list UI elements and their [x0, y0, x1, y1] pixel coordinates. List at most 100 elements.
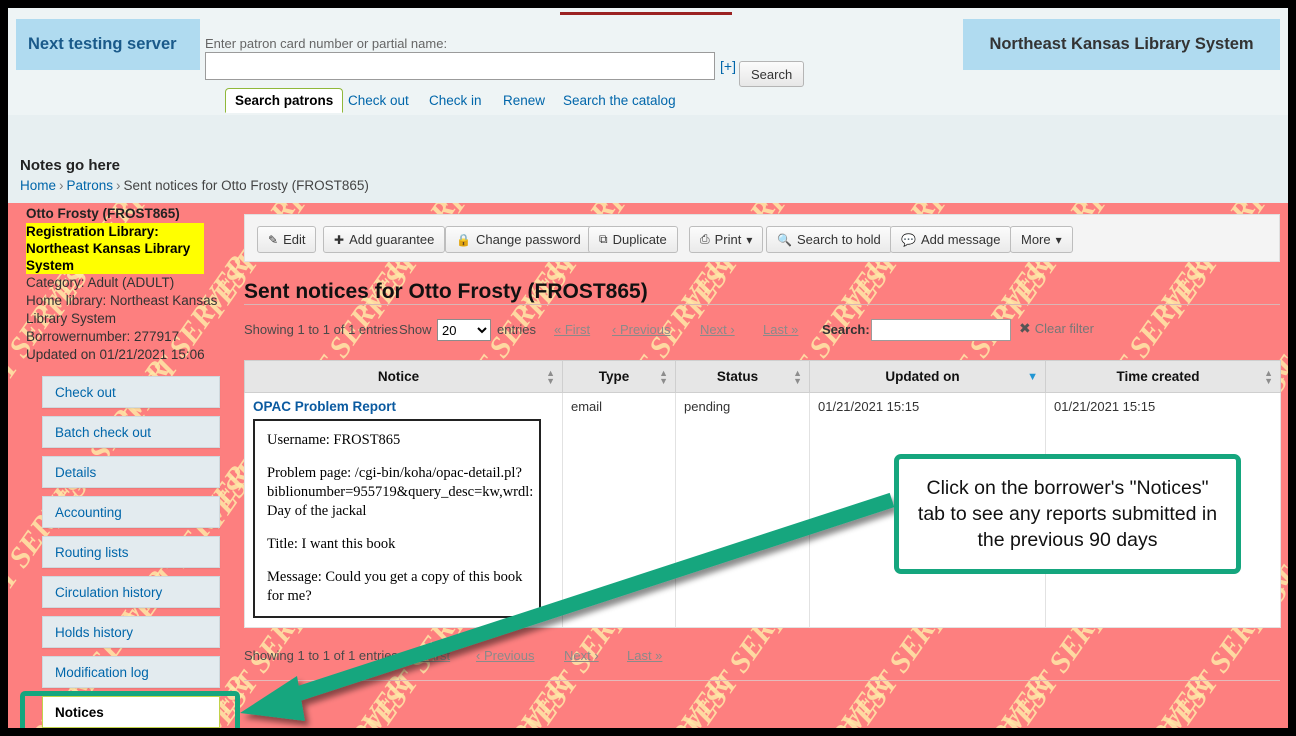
clear-filter-button[interactable]: ✖ Clear filter [1019, 320, 1094, 337]
breadcrumb-home[interactable]: Home [20, 178, 56, 193]
footer-showing-entries-text: Showing 1 to 1 of 1 entries [244, 648, 398, 663]
expand-search-link[interactable]: [+] [720, 58, 736, 74]
footer-pagination-next[interactable]: Next › [564, 648, 599, 663]
notes-banner: Notes go here [20, 157, 121, 174]
table-row: OPAC Problem Report Username: FROST865 P… [244, 392, 1281, 628]
watermark-text: TEST SERVER [1236, 670, 1288, 728]
filter-search-input[interactable] [871, 319, 1011, 341]
site-header: Next testing server Northeast Kansas Lib… [8, 8, 1288, 116]
add-message-button[interactable]: 💬 Add message [890, 226, 1012, 253]
patron-category: Category: Adult (ADULT) [26, 275, 175, 290]
cell-updated-on: 01/21/2021 15:15 [809, 392, 1046, 628]
column-header-time-created[interactable]: Time created ▲ ▼ [1045, 360, 1281, 393]
watermark-text: TEST SERVER [436, 670, 577, 728]
duplicate-button[interactable]: ⧉ Duplicate [588, 226, 678, 253]
more-button[interactable]: More ▾ [1010, 226, 1073, 253]
sidebar-item-holds-history[interactable]: Holds history [42, 616, 220, 648]
divider [244, 680, 1280, 681]
column-header-updated-on[interactable]: Updated on ▼ [809, 360, 1046, 393]
pagination-previous[interactable]: ‹ Previous [612, 322, 671, 337]
caret-down-icon: ▾ [1055, 232, 1062, 247]
duplicate-button-label: Duplicate [612, 232, 667, 247]
change-password-button[interactable]: 🔒 Change password [445, 226, 592, 253]
tab-check-in[interactable]: Check in [421, 90, 490, 111]
sent-notices-table: Notice ▲ ▼ Type ▲ ▼ Status ▲ ▼ Updated on ▼… [244, 360, 1281, 628]
search-to-hold-button[interactable]: 🔍 Search to hold [766, 226, 892, 253]
tab-renew[interactable]: Renew [495, 90, 553, 111]
sidebar-item-modification-log[interactable]: Modification log [42, 656, 220, 688]
sort-icon: ▲ ▼ [793, 367, 802, 386]
comment-icon: 💬 [901, 232, 916, 247]
patron-borrowernumber: Borrowernumber: 277917 [26, 329, 180, 344]
datatable-controls: Showing 1 to 1 of 1 entries Show 20 entr… [244, 314, 1280, 348]
pagination-first[interactable]: « First [554, 322, 590, 337]
printer-icon: ⎙ [700, 232, 710, 246]
breadcrumb-band: Notes go here Home › Patrons › Sent notices … [8, 115, 1288, 203]
print-button-label: Print [714, 232, 742, 247]
column-header-type[interactable]: Type ▲ ▼ [562, 360, 676, 393]
cell-time-created: 01/21/2021 15:15 [1045, 392, 1281, 628]
watermark-text: TEST SERVER [276, 670, 417, 728]
patron-sidebar: Otto Frosty (FROST865) Registration Libr… [16, 206, 228, 728]
tab-search-the-catalog[interactable]: Search the catalog [555, 90, 684, 111]
page-title: Sent notices for Otto Frosty (FROST865) [244, 280, 648, 304]
sidebar-item-circulation-history[interactable]: Circulation history [42, 576, 220, 608]
patron-updated-on: Updated on 01/21/2021 15:06 [26, 347, 205, 362]
breadcrumb-patrons[interactable]: Patrons [67, 178, 114, 193]
print-button[interactable]: ⎙ Print ▾ [689, 226, 764, 253]
header-tabbar: Search patrons Check out Check in Renew … [205, 88, 1288, 116]
brand-left-label: Next testing server [16, 19, 200, 70]
sort-desc-icon: ▼ [1027, 370, 1038, 383]
search-button[interactable]: Search [739, 61, 805, 87]
footer-pagination-previous[interactable]: ‹ Previous [476, 648, 535, 663]
sidebar-item-details[interactable]: Details [42, 456, 220, 488]
sidebar-item-batch-check-out[interactable]: Batch check out [42, 416, 220, 448]
breadcrumb-separator: › [59, 178, 64, 193]
footer-pagination-first[interactable]: « First [414, 648, 450, 663]
sort-icon: ▲ ▼ [659, 367, 668, 386]
tab-check-out[interactable]: Check out [340, 90, 417, 111]
patron-home-library: Home library: Northeast Kansas Library S… [26, 293, 218, 326]
pagination-next[interactable]: Next › [700, 322, 735, 337]
sidebar-item-notices[interactable]: Notices [42, 696, 220, 728]
patron-search-input[interactable] [205, 52, 715, 80]
column-header-status-label: Status [716, 369, 759, 384]
add-guarantee-button[interactable]: ✚ Add guarantee [323, 226, 446, 253]
table-header-row: Notice ▲ ▼ Type ▲ ▼ Status ▲ ▼ Updated on ▼… [244, 360, 1281, 393]
pencil-icon: ✎ [268, 232, 279, 247]
cell-status: pending [675, 392, 810, 628]
search-to-hold-button-label: Search to hold [796, 232, 881, 247]
clear-filter-label: Clear filter [1034, 321, 1094, 336]
watermark-text: TEST SERVER [1076, 670, 1217, 728]
sidebar-item-check-out[interactable]: Check out [42, 376, 220, 408]
column-header-type-label: Type [598, 369, 630, 384]
pagination-last[interactable]: Last » [763, 322, 798, 337]
notice-body-line: Username: FROST865 [267, 432, 401, 448]
entries-per-page-select[interactable]: 20 [437, 319, 491, 341]
watermark-text: TEST SERVER [596, 670, 737, 728]
copy-icon: ⧉ [599, 232, 608, 246]
add-message-button-label: Add message [920, 232, 1001, 247]
change-password-button-label: Change password [475, 232, 581, 247]
breadcrumb: Home › Patrons › Sent notices for Otto Frost… [20, 178, 369, 193]
notice-title-link[interactable]: OPAC Problem Report [253, 399, 396, 414]
search-icon: 🔍 [777, 232, 792, 247]
edit-button-label: Edit [283, 232, 306, 247]
watermark-text: TEST SERVER [756, 670, 897, 728]
sidebar-item-accounting[interactable]: Accounting [42, 496, 220, 528]
sort-icon: ▲ ▼ [1264, 367, 1273, 386]
patron-toolbar: ✎ Edit ✚ Add guarantee 🔒 Change password… [244, 214, 1280, 262]
column-header-status[interactable]: Status ▲ ▼ [675, 360, 810, 393]
tab-search-patrons[interactable]: Search patrons [225, 88, 344, 113]
sidebar-item-routing-lists[interactable]: Routing lists [42, 536, 220, 568]
registration-library-highlight: Registration Library: Northeast Kansas L… [26, 223, 204, 274]
datatable-footer: Showing 1 to 1 of 1 entries « First ‹ Pr… [244, 644, 1280, 670]
column-header-notice[interactable]: Notice ▲ ▼ [244, 360, 563, 393]
more-button-label: More [1021, 232, 1051, 247]
show-label: Show [399, 322, 432, 337]
watermark-text: TEST SERVER [916, 670, 1057, 728]
close-icon: ✖ [1019, 320, 1031, 336]
footer-pagination-last[interactable]: Last » [627, 648, 662, 663]
edit-button[interactable]: ✎ Edit [257, 226, 317, 253]
showing-entries-text: Showing 1 to 1 of 1 entries [244, 322, 398, 337]
